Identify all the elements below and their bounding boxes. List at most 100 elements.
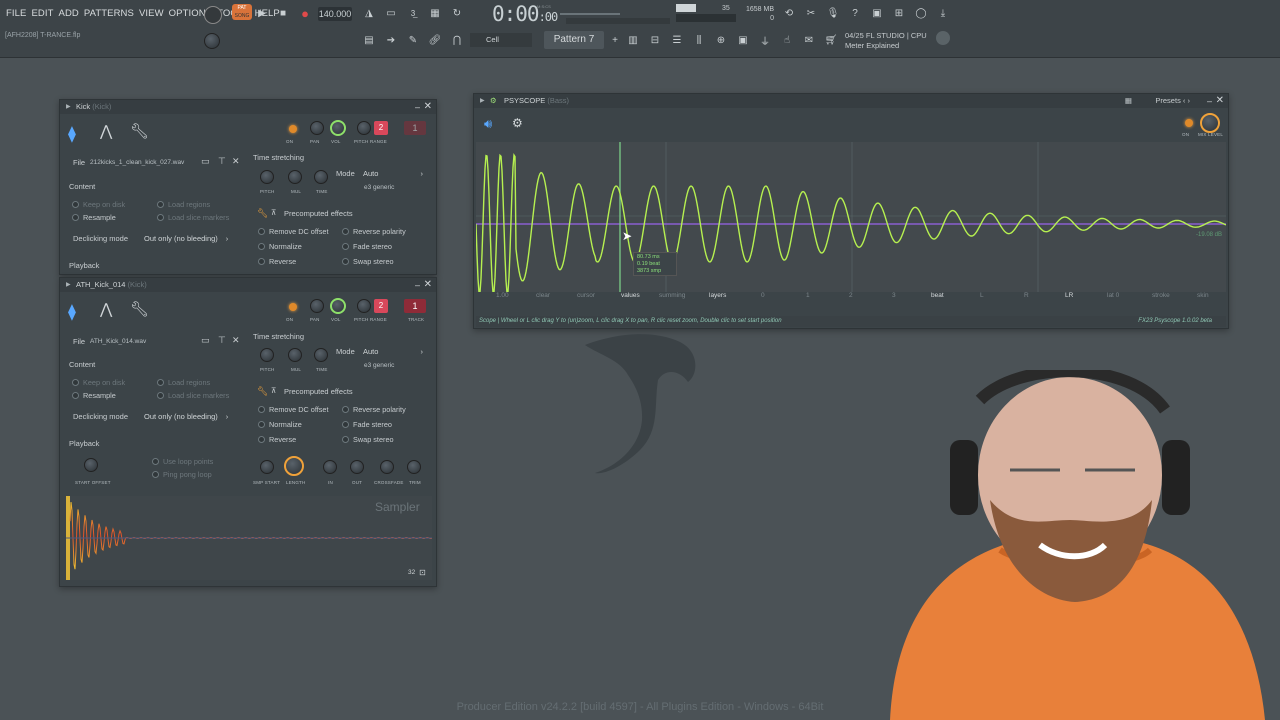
summing-button[interactable]: summing bbox=[659, 292, 685, 299]
piano-roll-icon[interactable]: ⊟ bbox=[646, 31, 664, 49]
scope-zoom-value[interactable]: 1.00 bbox=[496, 292, 509, 299]
draw-tool-icon[interactable]: ✎ bbox=[404, 31, 422, 49]
load-slice-markers-radio[interactable]: Load slice markers bbox=[157, 391, 229, 400]
declicking-dropdown[interactable]: Out only (no bleeding) › bbox=[144, 412, 228, 421]
declicking-dropdown[interactable]: Out only (no bleeding) › bbox=[144, 234, 228, 243]
menu-file[interactable]: FILE bbox=[6, 8, 26, 19]
stroke-button[interactable]: stroke bbox=[1152, 292, 1170, 299]
channel-on-led[interactable] bbox=[289, 303, 297, 311]
ts-time-knob[interactable] bbox=[314, 348, 328, 362]
channel-on-led[interactable] bbox=[289, 125, 297, 133]
pan-knob[interactable] bbox=[310, 121, 324, 135]
minimize-icon[interactable]: – bbox=[415, 100, 420, 114]
left-channel-button[interactable]: L bbox=[980, 292, 984, 299]
latency-button[interactable]: lat 0 bbox=[1107, 292, 1119, 299]
mixer-view-icon[interactable]: ⫼ bbox=[690, 31, 708, 49]
microphone-icon[interactable]: 🎙︎ bbox=[824, 4, 842, 22]
reverse-polarity-radio[interactable]: Reverse polarity bbox=[342, 227, 406, 236]
keep-on-disk-radio[interactable]: Keep on disk bbox=[72, 200, 125, 209]
layer-0-button[interactable]: 0 bbox=[761, 292, 765, 299]
store-icon[interactable]: 🛒︎ bbox=[822, 31, 840, 49]
lock-icon[interactable]: ⊼ bbox=[271, 386, 277, 395]
load-regions-radio[interactable]: Load regions bbox=[157, 378, 210, 387]
master-pitch-knob[interactable] bbox=[204, 33, 220, 49]
swap-stereo-radio[interactable]: Swap stereo bbox=[342, 435, 394, 444]
layer-3-button[interactable]: 3 bbox=[892, 292, 896, 299]
track-selector[interactable]: 1 bbox=[404, 299, 426, 313]
reverse-radio[interactable]: Reverse bbox=[258, 435, 296, 444]
chat-icon[interactable]: ◯ bbox=[912, 4, 930, 22]
stop-button[interactable]: ■ bbox=[274, 4, 292, 22]
menu-add[interactable]: ADD bbox=[59, 8, 79, 19]
fade-stereo-radio[interactable]: Fade stereo bbox=[342, 420, 392, 429]
typing-keyboard-icon[interactable]: ▦ bbox=[426, 4, 444, 22]
reverse-polarity-radio[interactable]: Reverse polarity bbox=[342, 405, 406, 414]
remove-file-icon[interactable]: ✕ bbox=[232, 156, 240, 167]
close-icon[interactable]: ✕ bbox=[424, 100, 432, 114]
browse-presets-icon[interactable]: ▦ bbox=[1125, 94, 1132, 108]
pin-icon[interactable]: ⊤ bbox=[218, 335, 226, 346]
pin-icon[interactable]: ⊤ bbox=[218, 156, 226, 167]
pat-song-toggle[interactable]: PAT SONG bbox=[232, 4, 252, 20]
play-button[interactable]: ▶ bbox=[253, 4, 271, 22]
file-name[interactable]: 212kicks_1_clean_kick_027.wav bbox=[90, 159, 184, 166]
minimize-icon[interactable]: – bbox=[415, 278, 420, 292]
master-volume-knob[interactable] bbox=[204, 6, 222, 24]
mix-level-knob[interactable] bbox=[1200, 113, 1220, 133]
skin-button[interactable]: skin bbox=[1197, 292, 1209, 299]
normalize-radio[interactable]: Normalize bbox=[258, 242, 302, 251]
playlist-icon[interactable]: ▤ bbox=[360, 31, 378, 49]
menu-patterns[interactable]: PATTERNS bbox=[84, 8, 134, 19]
countdown-icon[interactable]: 3̲ bbox=[404, 4, 422, 22]
length-knob[interactable] bbox=[284, 456, 304, 476]
menu-view[interactable]: VIEW bbox=[139, 8, 164, 19]
beat-button[interactable]: beat bbox=[931, 292, 944, 299]
track-selector[interactable]: 1 bbox=[404, 121, 426, 135]
metronome-icon[interactable]: ◮ bbox=[360, 4, 378, 22]
zoom-icon[interactable]: ⊡ bbox=[419, 568, 426, 577]
plugin-settings-icon[interactable]: ⚙ bbox=[512, 116, 523, 130]
ts-pitch-knob[interactable] bbox=[260, 170, 274, 184]
ts-mul-knob[interactable] bbox=[288, 170, 302, 184]
layer-1-button[interactable]: 1 bbox=[806, 292, 810, 299]
plug-icon[interactable]: ⏚ bbox=[756, 31, 774, 49]
ts-pitch-knob[interactable] bbox=[260, 348, 274, 362]
channel-rack-icon[interactable]: ☰ bbox=[668, 31, 686, 49]
close-icon[interactable]: ✕ bbox=[424, 278, 432, 292]
mixer-icon[interactable]: ⊞ bbox=[890, 4, 908, 22]
pitch-range-knob[interactable] bbox=[357, 299, 371, 313]
layer-2-button[interactable]: 2 bbox=[849, 292, 853, 299]
envelope-tab-icon[interactable]: ⋀ bbox=[100, 122, 112, 140]
mode-dropdown[interactable]: Auto › bbox=[363, 347, 423, 356]
psyscope-title-bar[interactable]: ▶ ⚙ PSYSCOPE (Bass) ▦ Presets ‹ › – ✕ bbox=[474, 94, 1228, 108]
scope-display[interactable] bbox=[475, 142, 1227, 295]
add-pattern-icon[interactable]: + bbox=[606, 31, 624, 49]
ts-time-knob[interactable] bbox=[314, 170, 328, 184]
file-name[interactable]: ATH_Kick_014.wav bbox=[90, 338, 146, 345]
undo-icon[interactable]: ⟲ bbox=[780, 4, 798, 22]
ping-pong-radio[interactable]: Ping pong loop bbox=[152, 470, 212, 479]
folder-icon[interactable]: ▭ bbox=[201, 156, 210, 167]
tempo-display[interactable]: 140.000 bbox=[318, 7, 352, 21]
swap-stereo-radio[interactable]: Swap stereo bbox=[342, 257, 394, 266]
wrench-tab-icon[interactable]: 🔧︎ bbox=[130, 122, 149, 140]
on-led[interactable] bbox=[1185, 119, 1193, 127]
save-icon[interactable]: ▣ bbox=[868, 4, 886, 22]
arrow-icon[interactable]: ➔ bbox=[382, 31, 400, 49]
account-icon[interactable] bbox=[936, 31, 950, 45]
minimize-icon[interactable]: – bbox=[1207, 94, 1212, 108]
right-channel-button[interactable]: R bbox=[1024, 292, 1029, 299]
presets-button[interactable]: Presets ‹ › bbox=[1155, 94, 1190, 108]
browser-icon[interactable]: ⊕ bbox=[712, 31, 730, 49]
normalize-radio[interactable]: Normalize bbox=[258, 420, 302, 429]
mode-dropdown[interactable]: Auto › bbox=[363, 169, 423, 178]
plugin-picker-icon[interactable]: ▣ bbox=[734, 31, 752, 49]
wait-icon[interactable]: ▭ bbox=[382, 4, 400, 22]
in-knob[interactable] bbox=[323, 460, 337, 474]
speaker-icon[interactable]: 🔊︎ bbox=[484, 116, 492, 132]
cursor-button[interactable]: cursor bbox=[577, 292, 595, 299]
resample-radio[interactable]: Resample bbox=[72, 391, 116, 400]
use-loop-radio[interactable]: Use loop points bbox=[152, 457, 213, 466]
crossfade-knob[interactable] bbox=[380, 460, 394, 474]
pitch-range-knob[interactable] bbox=[357, 121, 371, 135]
